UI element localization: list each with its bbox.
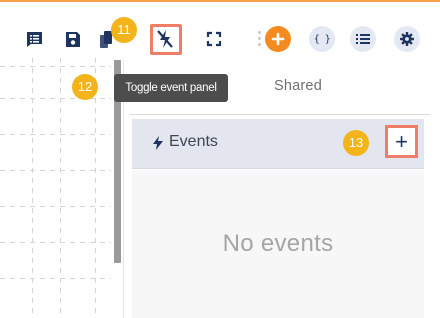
floppy-disk-icon: [66, 31, 80, 47]
braces-icon: { }: [313, 33, 331, 45]
bolt-icon: [153, 136, 163, 150]
dashboard-canvas[interactable]: [0, 58, 111, 318]
settings-button[interactable]: [394, 26, 420, 52]
empty-state-text: No events: [222, 230, 334, 257]
add-event-button[interactable]: +: [385, 125, 418, 158]
callout-badge-12: 12: [72, 74, 98, 100]
code-button[interactable]: { }: [309, 26, 335, 52]
fullscreen-button[interactable]: [204, 29, 224, 49]
toggle-event-panel-highlight: [150, 24, 182, 55]
expand-icon: [206, 31, 222, 47]
tab-shared[interactable]: Shared: [274, 78, 322, 94]
plus-icon: +: [395, 128, 408, 154]
copy-icon: [100, 30, 112, 48]
callout-badge-13: 13: [343, 130, 369, 156]
events-list: No events: [132, 170, 424, 318]
toolbar-separator: [258, 31, 262, 47]
list-icon: [356, 34, 370, 44]
tab-underline: [130, 114, 430, 115]
events-title: Events: [169, 133, 218, 150]
plus-icon: [271, 32, 285, 46]
menu-button[interactable]: [350, 26, 376, 52]
callout-badge-11: 11: [111, 17, 137, 43]
toolbar: { }: [0, 2, 440, 58]
save-button[interactable]: [63, 29, 83, 49]
comment-list-icon: [26, 31, 42, 47]
events-header: Events +: [132, 119, 424, 169]
gear-icon: [400, 32, 414, 46]
tooltip: Toggle event panel: [114, 74, 228, 102]
add-widget-button[interactable]: [265, 26, 291, 52]
list-view-button[interactable]: [24, 29, 44, 49]
